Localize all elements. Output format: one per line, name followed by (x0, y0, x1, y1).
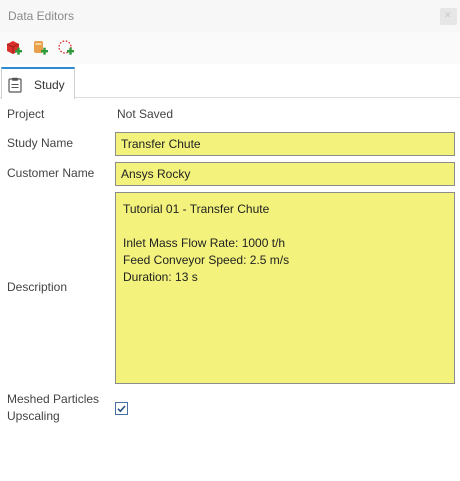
add-dotted-selection-icon[interactable] (57, 39, 75, 57)
description-line: Feed Conveyor Speed: 2.5 m/s (123, 253, 290, 267)
description-line: Tutorial 01 - Transfer Chute (123, 202, 270, 216)
customer-name-label: Customer Name (7, 166, 95, 180)
window-title: Data Editors (8, 9, 75, 23)
study-name-field[interactable]: Transfer Chute (115, 132, 455, 156)
clipboard-icon (8, 77, 22, 93)
tab-study[interactable]: Study (1, 67, 75, 99)
meshed-particles-upscaling-label-line2: Upscaling (7, 409, 60, 423)
tab-label: Study (34, 78, 65, 92)
project-value: Not Saved (117, 107, 174, 121)
checkmark-icon (117, 405, 126, 413)
study-name-label: Study Name (7, 136, 74, 150)
meshed-particles-upscaling-checkbox[interactable] (115, 402, 128, 415)
meshed-particles-upscaling-label-line1: Meshed Particles (7, 392, 100, 406)
add-red-cube-icon[interactable] (5, 39, 23, 57)
title-bar: Data Editors (0, 0, 460, 32)
description-line: Duration: 13 s (123, 270, 198, 284)
add-orange-item-icon[interactable] (31, 39, 49, 57)
description-line: Inlet Mass Flow Rate: 1000 t/h (123, 236, 286, 250)
close-icon[interactable] (440, 8, 457, 25)
description-line (123, 218, 447, 235)
description-label: Description (7, 280, 68, 294)
customer-name-field[interactable]: Ansys Rocky (115, 162, 455, 186)
project-label: Project (7, 107, 45, 121)
description-field[interactable]: Tutorial 01 - Transfer Chute Inlet Mass … (115, 192, 455, 384)
toolbar (0, 32, 460, 64)
tab-strip: Study (0, 64, 460, 99)
